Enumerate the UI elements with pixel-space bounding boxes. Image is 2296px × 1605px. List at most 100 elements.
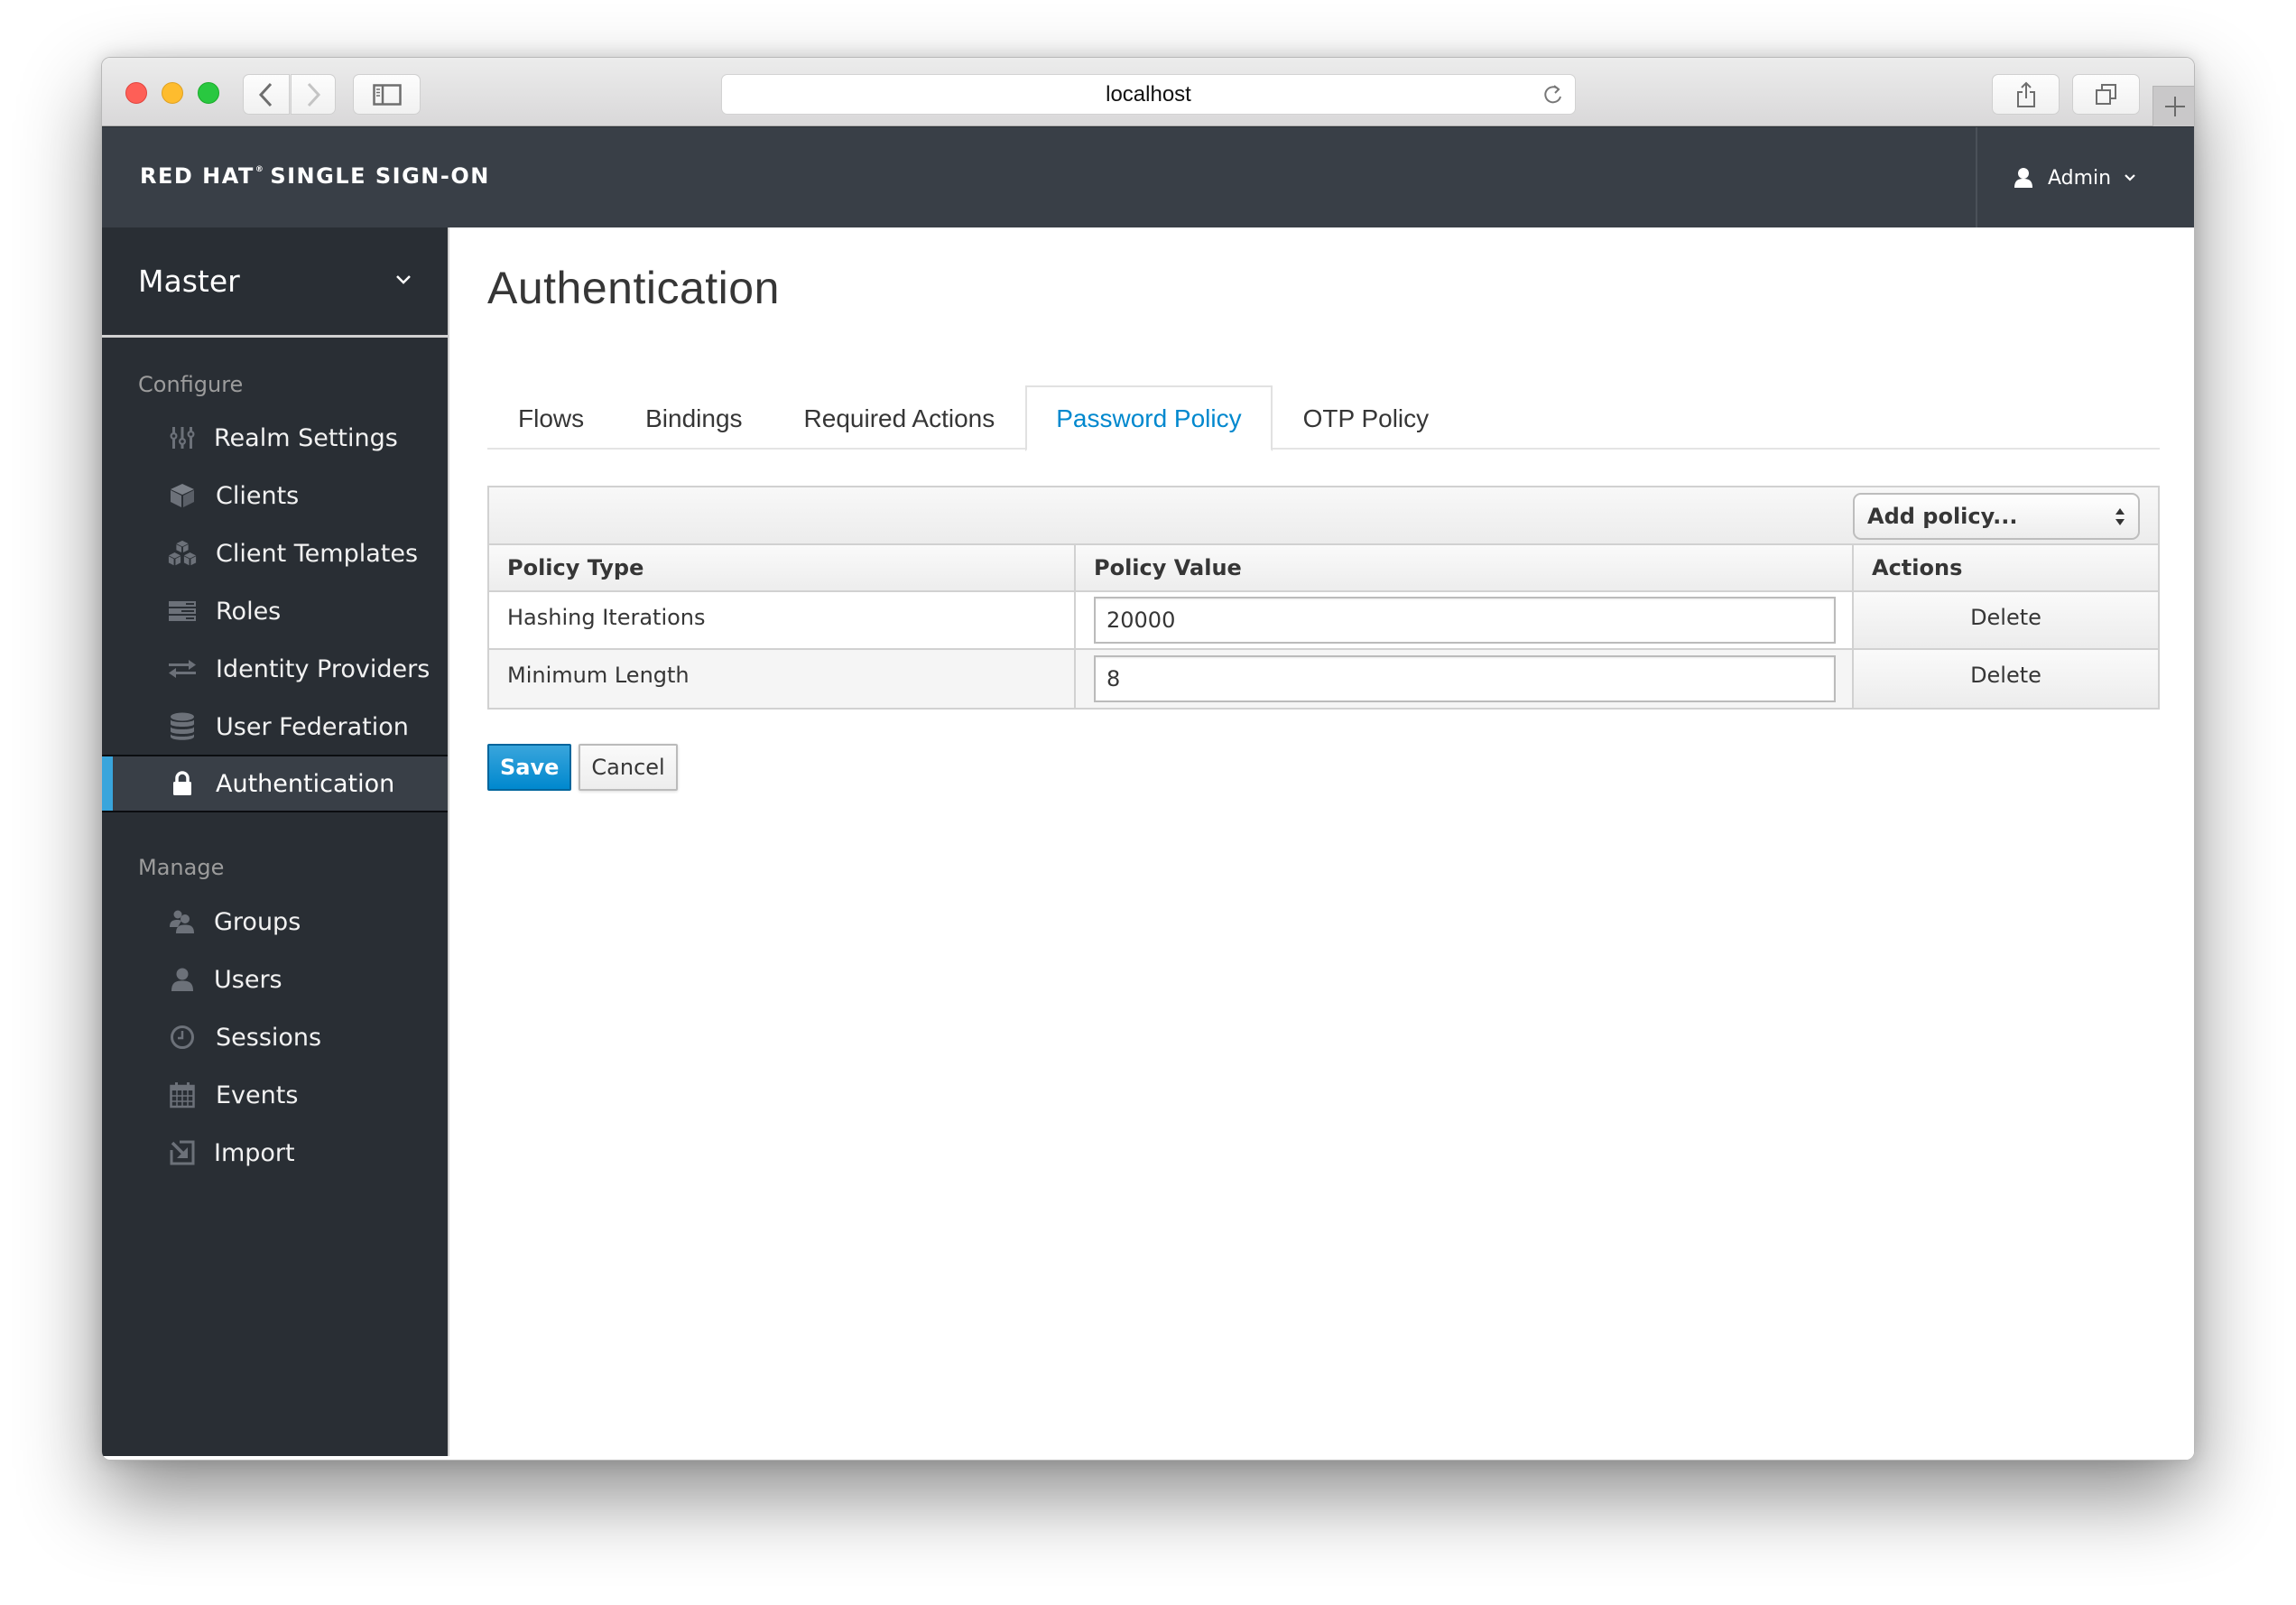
- brand-product: SINGLE SIGN-ON: [270, 163, 490, 189]
- policy-value-input[interactable]: [1094, 655, 1836, 702]
- sidebar-item-realm-settings[interactable]: Realm Settings: [102, 410, 448, 466]
- sidebar-item-label: Client Templates: [216, 539, 419, 568]
- sidebar-item-label: Sessions: [216, 1023, 322, 1052]
- sliders-icon: [167, 422, 198, 453]
- tabs-overview-icon: [2095, 83, 2116, 105]
- user-icon: [2014, 167, 2033, 189]
- sidebar-item-label: Clients: [216, 481, 300, 510]
- sidebar-item-label: User Federation: [216, 712, 409, 741]
- cube-icon: [167, 480, 198, 511]
- calendar-icon: [167, 1080, 198, 1110]
- policy-table: Add policy... Policy Type Policy Value A…: [487, 486, 2160, 710]
- cubes-icon: [167, 538, 198, 569]
- brand-red-hat: RED HAT: [140, 163, 255, 189]
- save-button[interactable]: Save: [487, 744, 572, 791]
- chevron-left-icon: [258, 82, 273, 107]
- brand-logo[interactable]: RED HAT® SINGLE SIGN-ON: [140, 163, 490, 189]
- back-button[interactable]: [243, 74, 290, 115]
- sidebar-item-sessions[interactable]: Sessions: [102, 1009, 448, 1065]
- sidebar-icon: [372, 83, 402, 106]
- tab-password-policy[interactable]: Password Policy: [1025, 385, 1273, 451]
- sidebar-item-identity-providers[interactable]: Identity Providers: [102, 641, 448, 697]
- policy-value-cell: [1076, 592, 1854, 648]
- delete-button[interactable]: Delete: [1854, 592, 2158, 648]
- roles-list-icon: [167, 596, 198, 626]
- table-row: Minimum Length Delete: [489, 650, 2158, 708]
- exchange-icon: [167, 654, 198, 684]
- sidebar-item-events[interactable]: Events: [102, 1067, 448, 1123]
- table-toolbar: Add policy...: [489, 487, 2158, 545]
- sidebar-item-authentication[interactable]: Authentication: [102, 755, 448, 812]
- tab-flows[interactable]: Flows: [487, 385, 615, 450]
- cancel-button[interactable]: Cancel: [579, 744, 678, 791]
- chevron-down-icon: [2124, 173, 2136, 182]
- sidebar-item-user-federation[interactable]: User Federation: [102, 699, 448, 755]
- tab-overview-button[interactable]: [2072, 74, 2140, 115]
- sidebar-item-clients[interactable]: Clients: [102, 468, 448, 524]
- user-menu-dropdown[interactable]: Admin: [1976, 127, 2194, 228]
- sidebar-item-label: Users: [214, 965, 282, 994]
- main-content: Authentication Flows Bindings Required A…: [451, 227, 2194, 1460]
- plus-icon: [2164, 97, 2185, 116]
- chevron-down-icon: [396, 275, 411, 284]
- browser-toolbar: localhost: [102, 58, 2194, 126]
- sidebar-item-import[interactable]: Import: [102, 1125, 448, 1181]
- column-header-policy-value: Policy Value: [1076, 545, 1854, 590]
- policy-type-cell: Minimum Length: [489, 650, 1076, 708]
- column-header-actions: Actions: [1872, 555, 1963, 580]
- table-row: Hashing Iterations Delete: [489, 592, 2158, 650]
- database-icon: [167, 711, 198, 742]
- column-header-policy-type: Policy Type: [489, 545, 1076, 590]
- sidebar-item-label: Import: [214, 1138, 295, 1167]
- section-title-manage: Manage: [138, 855, 225, 880]
- share-icon: [2016, 81, 2035, 107]
- table-header: Policy Type Policy Value Actions: [489, 545, 2158, 592]
- minimize-window-button[interactable]: [162, 82, 183, 104]
- tab-required-actions[interactable]: Required Actions: [773, 385, 1026, 450]
- sidebar-item-label: Roles: [216, 597, 282, 626]
- browser-window: localhost RED HAT® SINGLE SIGN-ON Admin: [101, 57, 2195, 1461]
- sidebar-item-client-templates[interactable]: Client Templates: [102, 525, 448, 581]
- tab-bar: Flows Bindings Required Actions Password…: [487, 385, 2160, 451]
- add-policy-select-value: Add policy...: [1867, 504, 2018, 529]
- forward-button[interactable]: [291, 74, 336, 115]
- share-button[interactable]: [1992, 74, 2060, 115]
- tab-bindings[interactable]: Bindings: [615, 385, 773, 450]
- import-icon: [167, 1137, 198, 1168]
- policy-value-cell: [1076, 650, 1854, 708]
- policy-type-cell: Hashing Iterations: [489, 592, 1076, 648]
- user-icon: [167, 964, 198, 995]
- delete-button[interactable]: Delete: [1854, 650, 2158, 708]
- realm-name: Master: [138, 264, 240, 299]
- new-tab-button[interactable]: [2152, 86, 2194, 126]
- clock-icon: [167, 1022, 198, 1053]
- form-actions: Save Cancel: [487, 744, 678, 791]
- select-arrows-icon: [2115, 508, 2125, 525]
- user-name: Admin: [2048, 166, 2112, 190]
- maximize-window-button[interactable]: [198, 82, 219, 104]
- add-policy-select[interactable]: Add policy...: [1853, 493, 2140, 540]
- sidebar-item-roles[interactable]: Roles: [102, 583, 448, 639]
- sidebar-item-label: Events: [216, 1081, 299, 1109]
- realm-selector[interactable]: Master: [102, 227, 448, 338]
- lock-icon: [167, 768, 198, 799]
- policy-value-input[interactable]: [1094, 597, 1836, 644]
- url-text: localhost: [1106, 81, 1191, 107]
- toggle-sidebar-button[interactable]: [353, 74, 421, 115]
- sidebar-nav: Master Configure Realm Settings Clients …: [102, 227, 449, 1456]
- chevron-right-icon: [307, 82, 321, 107]
- page-title: Authentication: [487, 263, 780, 313]
- app-header: RED HAT® SINGLE SIGN-ON Admin: [102, 126, 2194, 228]
- tab-otp-policy[interactable]: OTP Policy: [1273, 385, 1460, 450]
- sidebar-item-users[interactable]: Users: [102, 951, 448, 1007]
- close-window-button[interactable]: [125, 82, 147, 104]
- sidebar-item-label: Authentication: [216, 769, 395, 798]
- sidebar-item-label: Identity Providers: [216, 654, 430, 683]
- users-icon: [167, 906, 198, 937]
- sidebar-item-label: Realm Settings: [214, 423, 398, 452]
- sidebar-item-groups[interactable]: Groups: [102, 894, 448, 950]
- registered-mark: ®: [255, 165, 265, 174]
- address-bar[interactable]: localhost: [721, 74, 1576, 115]
- reload-icon[interactable]: [1542, 83, 1564, 107]
- section-title-configure: Configure: [138, 372, 244, 397]
